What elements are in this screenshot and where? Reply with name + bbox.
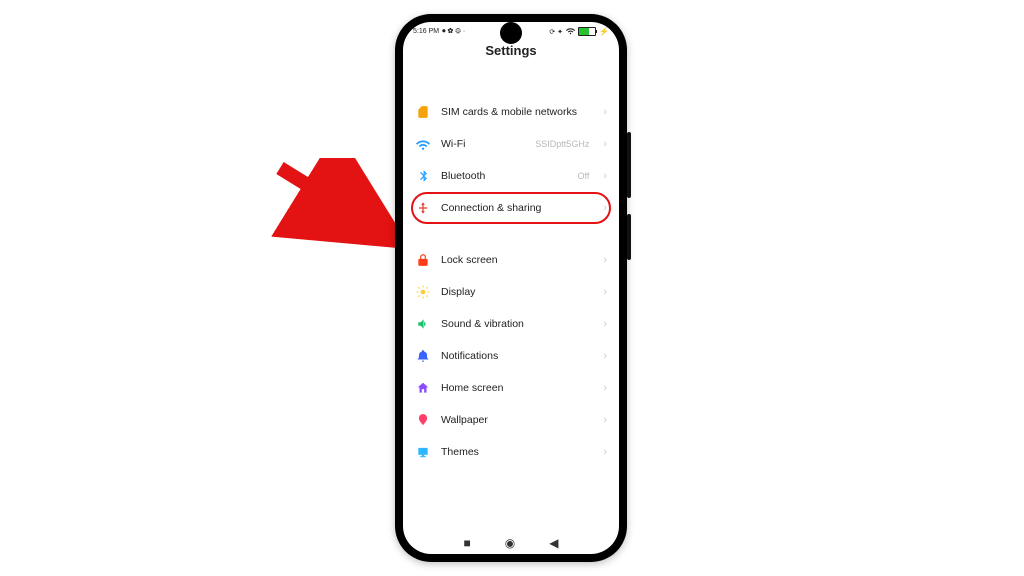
wall-icon	[415, 412, 431, 428]
charging-icon: ⚡	[599, 27, 609, 36]
bell-icon	[415, 348, 431, 364]
sound-icon	[415, 316, 431, 332]
status-right-icons: ⟳ ✦	[549, 28, 563, 36]
chevron-right-icon: ›	[603, 170, 607, 182]
chevron-right-icon: ›	[603, 254, 607, 266]
settings-list: SIM cards & mobile networks › Wi-Fi SSIDptt…	[403, 96, 619, 468]
settings-row-themes[interactable]: Themes ›	[409, 436, 613, 468]
row-value: Off	[577, 171, 589, 181]
screen: 5:16 PM ⏺ ✿ ⚙ · ⟳ ✦ ⚡ Settings SIM cards…	[403, 22, 619, 554]
status-time: 5:16 PM	[413, 28, 439, 35]
wifi-icon	[566, 26, 575, 37]
page-title: Settings	[403, 43, 619, 58]
chevron-right-icon: ›	[603, 318, 607, 330]
theme-icon	[415, 444, 431, 460]
chevron-right-icon: ›	[603, 446, 607, 458]
settings-row-wi-fi[interactable]: Wi-Fi SSIDptt5GHz ›	[409, 128, 613, 160]
nav-back[interactable]: ◀	[549, 536, 558, 550]
row-label: Lock screen	[441, 254, 589, 266]
share-icon	[415, 200, 431, 216]
chevron-right-icon: ›	[603, 106, 607, 118]
nav-bar: ■ ◉ ◀	[403, 536, 619, 550]
power-button	[627, 214, 631, 260]
nav-home[interactable]: ◉	[505, 536, 515, 550]
settings-row-sound-vibration[interactable]: Sound & vibration ›	[409, 308, 613, 340]
lock-icon	[415, 252, 431, 268]
bluetooth-icon	[415, 168, 431, 184]
wifi-icon	[415, 136, 431, 152]
chevron-right-icon: ›	[603, 138, 607, 150]
settings-row-wallpaper[interactable]: Wallpaper ›	[409, 404, 613, 436]
camera-notch	[500, 22, 522, 44]
chevron-right-icon: ›	[603, 350, 607, 362]
settings-row-display[interactable]: Display ›	[409, 276, 613, 308]
row-label: Connection & sharing	[441, 202, 589, 214]
canvas: 5:16 PM ⏺ ✿ ⚙ · ⟳ ✦ ⚡ Settings SIM cards…	[0, 0, 1024, 576]
row-label: Sound & vibration	[441, 318, 589, 330]
volume-button	[627, 132, 631, 198]
row-label: Home screen	[441, 382, 589, 394]
row-label: Themes	[441, 446, 589, 458]
chevron-right-icon: ›	[603, 286, 607, 298]
status-left-icons: ⏺ ✿ ⚙ ·	[442, 28, 465, 36]
sun-icon	[415, 284, 431, 300]
row-label: Display	[441, 286, 589, 298]
settings-row-lock-screen[interactable]: Lock screen ›	[409, 244, 613, 276]
sim-icon	[415, 104, 431, 120]
home-icon	[415, 380, 431, 396]
battery-icon	[578, 27, 596, 36]
settings-row-connection-sharing[interactable]: Connection & sharing ›	[409, 192, 613, 224]
row-label: SIM cards & mobile networks	[441, 106, 589, 118]
settings-row-bluetooth[interactable]: Bluetooth Off ›	[409, 160, 613, 192]
annotation-arrow	[270, 158, 410, 268]
chevron-right-icon: ›	[603, 414, 607, 426]
nav-recent[interactable]: ■	[464, 536, 471, 550]
phone-frame: 5:16 PM ⏺ ✿ ⚙ · ⟳ ✦ ⚡ Settings SIM cards…	[395, 14, 627, 562]
row-label: Bluetooth	[441, 170, 567, 182]
row-value: SSIDptt5GHz	[535, 139, 589, 149]
settings-row-home-screen[interactable]: Home screen ›	[409, 372, 613, 404]
row-label: Notifications	[441, 350, 589, 362]
chevron-right-icon: ›	[603, 382, 607, 394]
settings-row-sim-cards-mobile-networks[interactable]: SIM cards & mobile networks ›	[409, 96, 613, 128]
settings-row-notifications[interactable]: Notifications ›	[409, 340, 613, 372]
row-label: Wi-Fi	[441, 138, 525, 150]
row-label: Wallpaper	[441, 414, 589, 426]
chevron-right-icon: ›	[603, 202, 607, 214]
